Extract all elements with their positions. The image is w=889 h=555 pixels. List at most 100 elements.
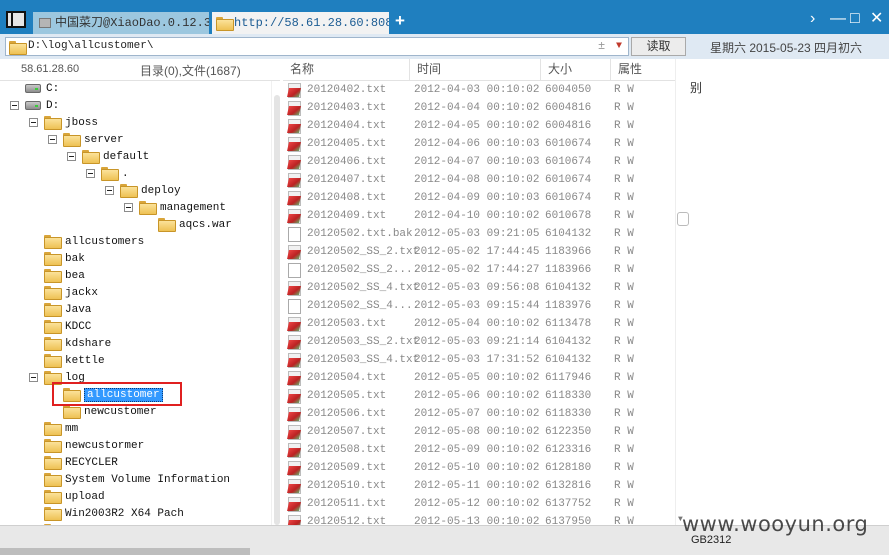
read-button[interactable]: 读取	[631, 37, 686, 56]
collapse-toggle-icon[interactable]	[29, 117, 38, 127]
file-list-scrollbar[interactable]: ▼	[675, 59, 687, 525]
file-row[interactable]: 20120409.txt 2012-04-10 00:10:02 6010678 R …	[283, 207, 675, 225]
file-attr: R W	[614, 264, 634, 276]
file-row[interactable]: 20120408.txt 2012-04-09 00:10:03 6010674 R …	[283, 189, 675, 207]
collapse-toggle-icon[interactable]	[124, 202, 133, 212]
file-size: 6010674	[545, 174, 592, 186]
tree-node[interactable]: newcustormer	[44, 438, 144, 455]
tree-node[interactable]: Java	[44, 302, 91, 319]
file-name: 20120508.txt	[307, 444, 387, 456]
directory-tree[interactable]: C: D: jboss server default. deploy management a…	[0, 81, 271, 525]
app-icon[interactable]	[6, 11, 26, 28]
file-attr: R W	[614, 138, 634, 150]
text-file-icon	[288, 155, 301, 170]
dropdown-arrow-icon[interactable]: ▼	[616, 41, 622, 52]
tree-node[interactable]: upload	[44, 489, 105, 506]
collapse-toggle-icon[interactable]	[29, 372, 38, 382]
file-row[interactable]: 20120502_SS_2.... 2012-05-02 17:44:27 1183…	[283, 261, 675, 279]
close-button[interactable]: ✕	[870, 10, 883, 28]
file-row[interactable]: 20120502.txt.bak 2012-05-03 09:21:05 61041…	[283, 225, 675, 243]
tree-node[interactable]: deploy	[105, 183, 181, 200]
tab-url[interactable]: http://58.61.28.60:808...	[212, 12, 389, 34]
file-row[interactable]: 20120506.txt 2012-05-07 00:10:02 6118330 R …	[283, 405, 675, 423]
panel-splitter-handle[interactable]	[677, 212, 689, 226]
file-name: 20120409.txt	[307, 210, 387, 222]
tree-node[interactable]: jackx	[44, 285, 98, 302]
file-row[interactable]: 20120407.txt 2012-04-08 00:10:02 6010674 R …	[283, 171, 675, 189]
tree-node[interactable]: default	[67, 149, 149, 166]
plus-minus-icon[interactable]: ±	[598, 39, 605, 53]
tree-node[interactable]: newcustomer	[63, 404, 157, 421]
file-row[interactable]: 20120402.txt 2012-04-03 00:10:02 6004050 R …	[283, 81, 675, 99]
tree-node[interactable]: RECYCLER	[44, 455, 118, 472]
tree-node[interactable]: mm	[44, 421, 78, 438]
tree-node[interactable]: server	[48, 132, 124, 149]
file-row[interactable]: 20120509.txt 2012-05-10 00:10:02 6128180 R …	[283, 459, 675, 477]
tree-node[interactable]: jboss	[29, 115, 98, 132]
tree-scrollbar[interactable]	[271, 81, 281, 525]
tab-caidao[interactable]: 中国菜刀@XiaoDao.0.12.30	[33, 12, 209, 34]
file-row[interactable]: 20120512.txt 2012-05-13 00:10:02 6137950 R …	[283, 513, 675, 525]
file-row[interactable]: 20120503_SS_2.txt 2012-05-03 09:21:14 6104…	[283, 333, 675, 351]
file-row[interactable]: 20120502_SS_4.txt 2012-05-03 09:56:08 6104…	[283, 279, 675, 297]
tree-node[interactable]: Win2003R2 X64 Pach	[44, 506, 184, 523]
file-row[interactable]: 20120503_SS_4.txt 2012-05-03 17:31:52 6104…	[283, 351, 675, 369]
file-size: 6004816	[545, 120, 592, 132]
column-size[interactable]: 大小	[541, 59, 611, 80]
file-row[interactable]: 20120502_SS_4.... 2012-05-03 09:15:44 1183…	[283, 297, 675, 315]
tree-node[interactable]: kettle	[44, 353, 105, 370]
new-tab-button[interactable]: +	[395, 11, 405, 31]
file-row[interactable]: 20120403.txt 2012-04-04 00:10:02 6004816 R …	[283, 99, 675, 117]
text-file-icon	[288, 389, 301, 404]
file-list[interactable]: 20120402.txt 2012-04-03 00:10:02 6004050 R …	[283, 81, 675, 525]
file-row[interactable]: 20120405.txt 2012-04-06 00:10:03 6010674 R …	[283, 135, 675, 153]
file-row[interactable]: 20120507.txt 2012-05-08 00:10:02 6122350 R …	[283, 423, 675, 441]
file-time: 2012-05-06 00:10:02	[414, 390, 540, 402]
column-name[interactable]: 名称	[283, 59, 410, 80]
column-time[interactable]: 时间	[410, 59, 541, 80]
minimize-button[interactable]: —	[830, 10, 846, 28]
tree-node[interactable]: bea	[44, 268, 85, 285]
file-size: 6010674	[545, 156, 592, 168]
folder-icon	[44, 439, 62, 454]
text-file-icon	[288, 209, 301, 224]
tree-node-label: jboss	[65, 117, 99, 129]
scrollbar-thumb[interactable]	[274, 95, 280, 525]
tree-node[interactable]: System Volume Information	[44, 472, 230, 489]
file-size: 6104132	[545, 282, 592, 294]
host-ip: 58.61.28.60	[21, 63, 80, 75]
file-row[interactable]: 20120406.txt 2012-04-07 00:10:03 6010674 R …	[283, 153, 675, 171]
file-row[interactable]: 20120503.txt 2012-05-04 00:10:02 6113478 R …	[283, 315, 675, 333]
folder-icon	[44, 303, 62, 318]
tree-node[interactable]: C:	[25, 81, 59, 98]
collapse-toggle-icon[interactable]	[67, 151, 76, 161]
collapse-toggle-icon[interactable]	[48, 134, 57, 144]
tree-node[interactable]: aqcs.war	[158, 217, 232, 234]
column-attr[interactable]: 属性	[611, 59, 675, 80]
chevron-right-icon[interactable]: ›	[810, 10, 815, 28]
tree-node-label: Java	[65, 304, 92, 316]
tree-node[interactable]: allcustomers	[44, 234, 144, 251]
collapse-toggle-icon[interactable]	[10, 100, 19, 110]
file-row[interactable]: 20120504.txt 2012-05-05 00:10:02 6117946 R …	[283, 369, 675, 387]
maximize-button[interactable]: □	[850, 10, 860, 28]
collapse-toggle-icon[interactable]	[86, 168, 95, 178]
tree-node[interactable]: bak	[44, 251, 85, 268]
file-row[interactable]: 20120511.txt 2012-05-12 00:10:02 6137752 R …	[283, 495, 675, 513]
tree-node[interactable]: D:	[10, 98, 59, 115]
file-row[interactable]: 20120505.txt 2012-05-06 00:10:02 6118330 R …	[283, 387, 675, 405]
file-row[interactable]: 20120502_SS_2.txt 2012-05-02 17:44:45 1183…	[283, 243, 675, 261]
file-row[interactable]: 20120510.txt 2012-05-11 00:10:02 6132816 R …	[283, 477, 675, 495]
file-time: 2012-05-04 00:10:02	[414, 318, 540, 330]
collapse-toggle-icon[interactable]	[105, 185, 114, 195]
file-row[interactable]: 20120508.txt 2012-05-09 00:10:02 6123316 R …	[283, 441, 675, 459]
tree-node[interactable]: .	[86, 166, 129, 183]
text-file-icon	[288, 497, 301, 512]
tree-node-label: C:	[46, 83, 60, 95]
tree-node[interactable]: management	[124, 200, 226, 217]
file-size: 6004816	[545, 102, 592, 114]
tree-node[interactable]: kdshare	[44, 336, 111, 353]
file-row[interactable]: 20120404.txt 2012-04-05 00:10:02 6004816 R …	[283, 117, 675, 135]
path-input[interactable]: D:\log\allcustomer\ ± ▼	[5, 37, 629, 56]
tree-node[interactable]: KDCC	[44, 319, 91, 336]
